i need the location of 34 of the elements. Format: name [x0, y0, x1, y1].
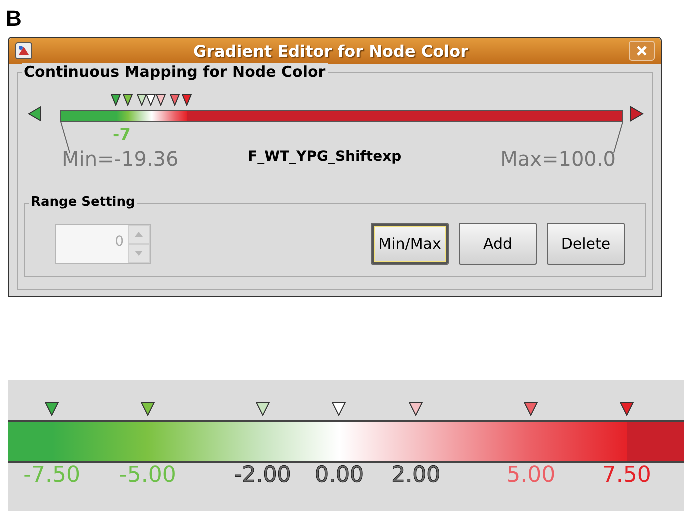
- min-label: Min=-19.36: [62, 147, 179, 171]
- panel-title: Range Setting: [29, 195, 138, 210]
- stop-marker-icon[interactable]: [110, 94, 121, 106]
- stop-marker-icon[interactable]: [45, 402, 60, 416]
- stop-marker-icon[interactable]: [156, 94, 166, 106]
- stop-label: -7.50: [24, 463, 81, 488]
- attribute-name: F_WT_YPG_Shiftexp: [248, 149, 402, 165]
- stop-marker-icon[interactable]: [146, 94, 156, 106]
- stop-label: 2.00: [392, 463, 441, 488]
- stop-marker-icon[interactable]: [170, 94, 180, 106]
- right-arrow-icon[interactable]: [630, 106, 644, 122]
- stop-marker-icon[interactable]: [332, 402, 346, 416]
- figure-label: B: [6, 6, 22, 32]
- stop-marker-icon[interactable]: [136, 94, 147, 106]
- stop-label: -2.00: [234, 463, 292, 488]
- app-icon: [15, 42, 33, 60]
- stop-label: -7: [113, 125, 131, 144]
- stop-marker-icon[interactable]: [182, 94, 192, 106]
- stop-marker-icon[interactable]: [524, 402, 538, 416]
- left-arrow-icon[interactable]: [28, 106, 42, 122]
- stop-label: 0.00: [315, 463, 364, 488]
- max-label: Max=100.0: [500, 147, 616, 171]
- panel-title: Continuous Mapping for Node Color: [22, 63, 328, 81]
- window-title: Gradient Editor for Node Color: [192, 42, 470, 60]
- stop-label: 5.00: [506, 463, 556, 488]
- stop-marker-icon[interactable]: [122, 94, 133, 106]
- stop-marker-icon[interactable]: [620, 402, 634, 416]
- close-button[interactable]: [629, 41, 655, 61]
- stop-label: -5.00: [119, 463, 176, 488]
- stop-marker-icon[interactable]: [256, 402, 270, 416]
- stop-label: 7.50: [602, 463, 652, 488]
- stop-marker-icon[interactable]: [140, 402, 155, 416]
- stop-marker-icon[interactable]: [409, 402, 424, 416]
- close-icon: [636, 45, 648, 57]
